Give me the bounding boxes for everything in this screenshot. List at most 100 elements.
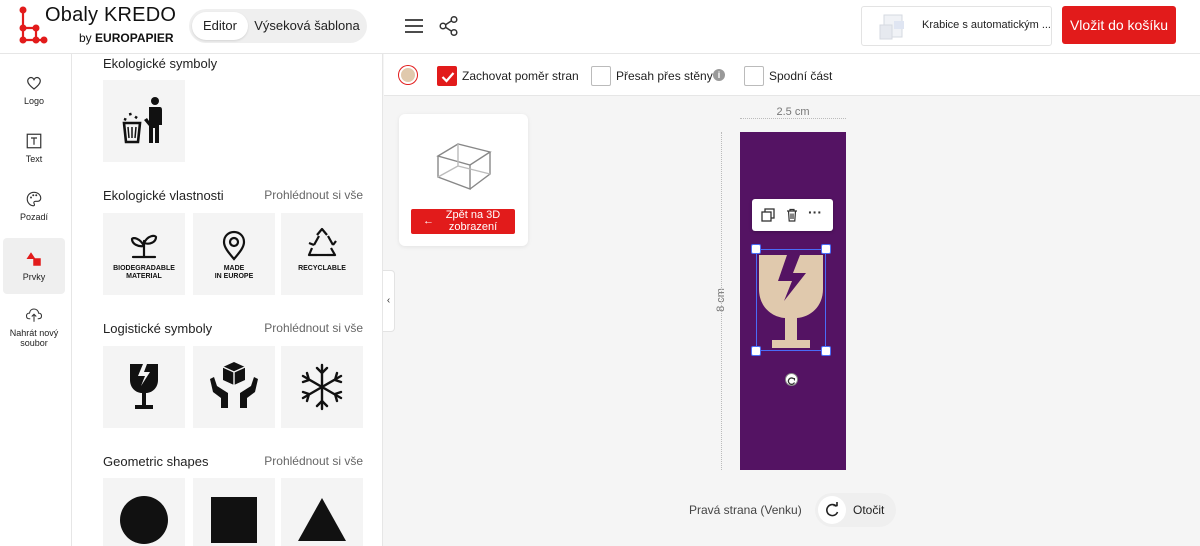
rail-label-background: Pozadí [19,212,49,222]
tile-square-shape[interactable] [193,478,275,546]
heart-icon [27,76,41,90]
recycle-icon [307,227,337,257]
element-color-swatch[interactable] [399,66,417,84]
elements-panel: Ekologické symboly Ekologické vlastnosti… [72,54,383,546]
overlap-walls-label: Přesah přes stěny [616,69,713,83]
rail-item-text[interactable]: Text [3,132,65,172]
rail-label-elements: Prvky [22,272,46,282]
bottom-part-checkbox[interactable] [744,66,764,86]
logo-by: by [79,31,92,45]
section-title-eco-symbols: Ekologické symboly [103,56,218,71]
width-dimension-line [740,118,846,119]
section-title-logistic-symbols: Logistické symboly [103,321,213,336]
keep-ratio-label: Zachovat poměr stran [462,69,579,83]
element-toolbar: Zachovat poměr stran Přesah přes stěny i… [384,54,1200,96]
arrow-left-icon: ← [423,215,434,227]
top-header: Obaly KREDO by EUROPAPIER Editor Výsekov… [0,0,1200,54]
view-all-logistic-symbols-link[interactable]: Prohlédnout si vše [264,321,363,335]
chevron-left-icon: ‹ [386,295,391,306]
resize-handle-top-left[interactable] [751,244,761,254]
checkmark-icon [441,72,455,83]
logo-mark-icon [19,6,48,44]
current-side-label: Pravá strana (Venku) [689,503,802,517]
rotate-circle [818,496,846,524]
text-icon [26,133,42,149]
brand-logo[interactable]: Obaly KREDO by EUROPAPIER [18,4,178,50]
rotate-element-handle[interactable] [785,373,798,386]
rail-label-text: Text [25,154,43,164]
square-shape-icon [211,497,257,543]
mode-toggle: Editor Výseková šablona [189,9,367,43]
section-title-geometric-shapes: Geometric shapes [103,454,209,469]
hands-box-icon [210,362,258,408]
product-thumbnail [879,14,904,40]
rail-item-background[interactable]: Pozadí [3,190,65,230]
shapes-icon [26,252,41,266]
circle-shape-icon [120,496,168,544]
3d-preview-card: ← Zpět na 3D zobrazení [399,114,528,246]
info-icon[interactable]: i [713,69,725,81]
logo-subtitle: by EUROPAPIER [79,31,174,45]
height-dimension-line [721,132,722,470]
snowflake-icon [301,363,343,411]
collapse-panel-button[interactable]: ‹ [383,270,395,332]
tile-label-recyclable: RECYCLABLE [298,265,346,272]
tile-handle-with-care[interactable] [193,346,275,428]
tile-triangle-shape[interactable] [281,478,363,546]
resize-handle-bottom-right[interactable] [821,346,831,356]
keep-ratio-checkbox[interactable] [437,66,457,86]
product-selector[interactable]: Krabice s automatickým ... [861,6,1052,46]
back-to-3d-button[interactable]: ← Zpět na 3D zobrazení [411,209,515,234]
rotate-label: Otočit [853,503,885,517]
rail-label-logo: Logo [23,96,45,106]
tile-label-made-1: MADE [223,265,245,272]
tile-recyclable[interactable]: RECYCLABLE [281,213,363,295]
upload-icon [25,308,43,322]
tile-made-in-europe[interactable]: MADE IN EUROPE [193,213,275,295]
hamburger-menu-icon[interactable] [402,14,426,38]
rail-item-elements[interactable]: Prvky [3,238,65,294]
recycle-bin-person-icon [122,97,162,144]
tile-label-biodegradable-2: MATERIAL [126,273,162,280]
tile-keep-cold[interactable] [281,346,363,428]
selection-box [756,249,826,351]
fragile-glass-icon [130,364,158,409]
trash-icon[interactable] [784,207,800,223]
palette-icon [26,191,42,207]
tile-circle-shape[interactable] [103,478,185,546]
back-to-3d-label-1: Zpět na 3D [445,209,501,221]
resize-handle-top-right[interactable] [821,244,831,254]
tab-editor[interactable]: Editor [192,12,248,40]
product-name: Krabice s automatickým ... [922,19,1051,31]
overlap-walls-checkbox[interactable] [591,66,611,86]
duplicate-icon[interactable] [760,207,776,223]
view-all-eco-properties-link[interactable]: Prohlédnout si vše [264,188,363,202]
rotate-handle-icon [787,377,796,385]
rail-item-upload[interactable]: Nahrát nový soubor [3,306,65,354]
tile-biodegradable-material[interactable]: BIODEGRADABLE MATERIAL [103,213,185,295]
add-to-cart-button[interactable]: Vložit do košíku [1062,6,1176,44]
view-all-geometric-shapes-link[interactable]: Prohlédnout si vše [264,454,363,468]
tile-fragile-glass[interactable] [103,346,185,428]
sprout-icon [130,234,158,259]
width-dimension-label: 2.5 cm [776,106,810,118]
rotate-icon [826,502,839,517]
section-title-eco-properties: Ekologické vlastnosti [103,188,224,203]
element-context-menu: ··· [752,199,833,231]
back-to-3d-label-2: zobrazení [448,221,498,233]
logo-title: Obaly KREDO [45,4,177,26]
logo-brand: EUROPAPIER [95,31,174,45]
resize-handle-bottom-left[interactable] [751,346,761,356]
tab-dieline-template[interactable]: Výseková šablona [251,12,363,40]
tile-label-made-2: IN EUROPE [214,273,254,280]
rotate-side-button[interactable]: Otočit [815,493,896,527]
location-pin-icon [222,230,246,261]
box-outline-icon [436,143,492,191]
triangle-shape-icon [298,498,346,541]
rail-item-logo[interactable]: Logo [3,74,65,114]
tile-trash-bin-symbol[interactable] [103,80,185,162]
tile-label-biodegradable-1: BIODEGRADABLE [113,265,175,272]
bottom-part-label: Spodní část [769,69,833,83]
share-icon[interactable] [437,14,461,38]
more-options-icon[interactable]: ··· [808,204,824,220]
